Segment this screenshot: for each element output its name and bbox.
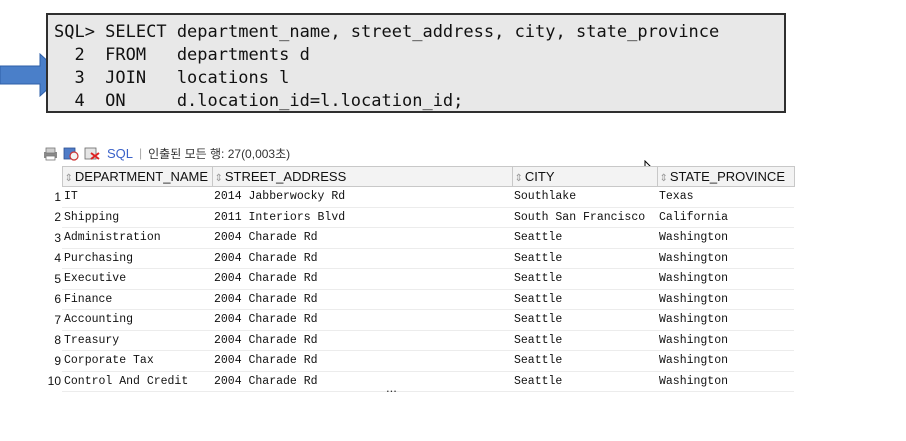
- row-number[interactable]: 3: [42, 228, 62, 249]
- sort-icon: ⇕: [659, 173, 668, 184]
- cell-state-province[interactable]: Washington: [657, 371, 794, 392]
- row-number[interactable]: 2: [42, 207, 62, 228]
- cell-state-province[interactable]: Washington: [657, 268, 794, 290]
- row-number[interactable]: 9: [42, 351, 62, 372]
- cell-street-address[interactable]: 2004 Charade Rd: [212, 350, 512, 372]
- export-icon[interactable]: [84, 146, 101, 161]
- toolbar-divider: |: [139, 146, 143, 160]
- table-row[interactable]: 4 Purchasing 2004 Charade Rd Seattle Washing…: [42, 248, 794, 269]
- cell-department-name[interactable]: Treasury: [62, 330, 212, 351]
- sql-line: SQL> SELECT department_name, street_addr…: [54, 22, 720, 42]
- row-number[interactable]: 6: [42, 289, 62, 310]
- table-row[interactable]: 5 Executive 2004 Charade Rd Seattle Washingt…: [42, 268, 794, 290]
- sort-icon: ⇕: [64, 173, 73, 184]
- cell-city[interactable]: Southlake: [512, 186, 657, 208]
- cell-department-name[interactable]: Accounting: [62, 309, 212, 331]
- cell-department-name[interactable]: Corporate Tax: [62, 350, 212, 372]
- table-row[interactable]: 2 Shipping 2011 Interiors Blvd South San Fr…: [42, 207, 794, 228]
- cell-state-province[interactable]: Washington: [657, 309, 794, 331]
- cell-city[interactable]: Seattle: [512, 227, 657, 249]
- cell-department-name[interactable]: Administration: [62, 227, 212, 249]
- sql-button[interactable]: SQL: [107, 146, 133, 161]
- cell-city[interactable]: Seattle: [512, 268, 657, 290]
- cell-department-name[interactable]: Purchasing: [62, 248, 212, 269]
- results-grid: ⇕ DEPARTMENT_NAME ⇕ STREET_ADDRESS ⇕ CITY ⇕…: [42, 166, 795, 392]
- results-toolbar: SQL | 인출된 모든 행: 27(0,003초): [42, 143, 662, 163]
- cell-department-name[interactable]: Control And Credit: [62, 371, 212, 392]
- table-row[interactable]: 9 Corporate Tax 2004 Charade Rd Seattle Wash…: [42, 350, 794, 372]
- cell-city[interactable]: South San Francisco: [512, 207, 657, 228]
- sql-statement-box: SQL> SELECT department_name, street_addr…: [46, 13, 786, 113]
- row-number[interactable]: 7: [42, 310, 62, 331]
- column-header-city[interactable]: ⇕ CITY: [511, 166, 658, 187]
- table-row[interactable]: 7 Accounting 2004 Charade Rd Seattle Washing…: [42, 309, 794, 331]
- sql-line: 4 ON d.location_id=l.location_id;: [54, 91, 464, 111]
- grid-header-row: ⇕ DEPARTMENT_NAME ⇕ STREET_ADDRESS ⇕ CITY ⇕…: [42, 166, 795, 187]
- more-rows-indicator: ...: [386, 380, 397, 395]
- cell-state-province[interactable]: Washington: [657, 289, 794, 310]
- table-row[interactable]: 3 Administration 2004 Charade Rd Seattle Was…: [42, 227, 794, 249]
- cell-street-address[interactable]: 2004 Charade Rd: [212, 330, 512, 351]
- cell-state-province[interactable]: California: [657, 207, 794, 228]
- cell-department-name[interactable]: Finance: [62, 289, 212, 310]
- cell-state-province[interactable]: Texas: [657, 186, 794, 208]
- cell-city[interactable]: Seattle: [512, 330, 657, 351]
- row-number[interactable]: 1: [42, 187, 62, 208]
- row-number-header: [42, 166, 62, 187]
- cell-department-name[interactable]: Executive: [62, 268, 212, 290]
- sql-line: 2 FROM departments d: [54, 45, 310, 65]
- cell-city[interactable]: Seattle: [512, 309, 657, 331]
- cell-city[interactable]: Seattle: [512, 289, 657, 310]
- cell-state-province[interactable]: Washington: [657, 227, 794, 249]
- cell-street-address[interactable]: 2004 Charade Rd: [212, 371, 512, 392]
- column-header-department-name[interactable]: ⇕ DEPARTMENT_NAME: [61, 166, 213, 187]
- cell-street-address[interactable]: 2004 Charade Rd: [212, 227, 512, 249]
- row-number[interactable]: 4: [42, 248, 62, 269]
- sort-icon: ⇕: [214, 173, 223, 184]
- table-row[interactable]: 10 Control And Credit 2004 Charade Rd Seatt…: [42, 371, 794, 392]
- cell-street-address[interactable]: 2004 Charade Rd: [212, 309, 512, 331]
- row-number[interactable]: 8: [42, 330, 62, 351]
- refresh-icon[interactable]: [63, 146, 80, 161]
- cell-department-name[interactable]: Shipping: [62, 207, 212, 228]
- cell-state-province[interactable]: Washington: [657, 330, 794, 351]
- grid-body: 1 IT 2014 Jabberwocky Rd Southlake Texas 2 Shi…: [42, 186, 794, 392]
- status-text: 인출된 모든 행: 27(0,003초): [148, 146, 291, 161]
- cell-department-name[interactable]: IT: [62, 186, 212, 208]
- sort-icon: ⇕: [514, 173, 523, 184]
- cell-street-address[interactable]: 2004 Charade Rd: [212, 289, 512, 310]
- column-header-street-address[interactable]: ⇕ STREET_ADDRESS: [211, 166, 513, 187]
- table-row[interactable]: 6 Finance 2004 Charade Rd Seattle Washington: [42, 289, 794, 310]
- cell-street-address[interactable]: 2004 Charade Rd: [212, 268, 512, 290]
- row-number[interactable]: 10: [42, 371, 62, 392]
- table-row[interactable]: 1 IT 2014 Jabberwocky Rd Southlake Texas: [42, 186, 794, 208]
- cell-street-address[interactable]: 2004 Charade Rd: [212, 248, 512, 269]
- cell-street-address[interactable]: 2014 Jabberwocky Rd: [212, 186, 512, 208]
- cell-state-province[interactable]: Washington: [657, 350, 794, 372]
- row-number[interactable]: 5: [42, 269, 62, 290]
- cell-state-province[interactable]: Washington: [657, 248, 794, 269]
- pin-icon[interactable]: [42, 146, 59, 161]
- cell-city[interactable]: Seattle: [512, 350, 657, 372]
- column-header-state-province[interactable]: ⇕ STATE_PROVINCE: [656, 166, 795, 187]
- table-row[interactable]: 8 Treasury 2004 Charade Rd Seattle Washingto…: [42, 330, 794, 351]
- cell-city[interactable]: Seattle: [512, 371, 657, 392]
- cell-street-address[interactable]: 2011 Interiors Blvd: [212, 207, 512, 228]
- cell-city[interactable]: Seattle: [512, 248, 657, 269]
- sql-line: 3 JOIN locations l: [54, 68, 290, 88]
